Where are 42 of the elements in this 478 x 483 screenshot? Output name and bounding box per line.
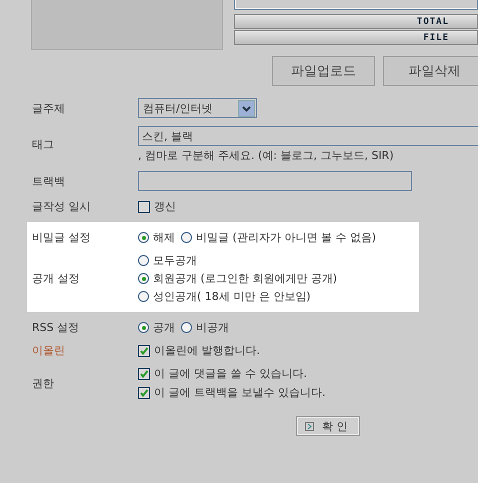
option-label: 회원공개 (로그인한 회원에게만 공개) xyxy=(153,271,338,286)
field-label: 권한 xyxy=(32,376,55,390)
checkbox[interactable] xyxy=(138,200,150,212)
radio-button[interactable] xyxy=(138,273,149,284)
file-button[interactable]: 파일업로드 xyxy=(272,56,375,86)
radio-button[interactable] xyxy=(181,322,192,333)
radio-button[interactable] xyxy=(138,255,149,266)
radio-button[interactable] xyxy=(138,322,149,333)
option-label: 이 글에 댓글을 쓸 수 있습니다. xyxy=(154,366,307,381)
field-label: 태그 xyxy=(32,137,55,152)
field-label: 글주제 xyxy=(32,100,66,116)
field-label: 글작성 일시 xyxy=(32,199,92,214)
field-label: 트랙백 xyxy=(32,174,66,188)
option-label: 모두공개 xyxy=(153,253,197,268)
field-label: 비밀글 설정 xyxy=(32,230,92,245)
file-bar: FILE xyxy=(234,30,478,45)
field-label: RSS 설정 xyxy=(32,320,80,335)
option-label: 해제 xyxy=(153,230,175,245)
total-bar: TOTAL xyxy=(234,14,478,29)
checkbox[interactable] xyxy=(138,368,150,380)
radio-button[interactable] xyxy=(138,232,149,243)
arrow-icon xyxy=(305,422,314,430)
option-label: 이 글에 트랙백을 보낼수 있습니다. xyxy=(154,385,326,400)
tag-input[interactable]: 스킨, 블랙 xyxy=(138,126,478,146)
field-label: 이올린 xyxy=(32,343,66,358)
trackback-input[interactable] xyxy=(138,171,412,191)
hint-text: , 컴마로 구분해 주세요. (예: 블로그, 그누보드, SIR) xyxy=(138,148,395,163)
option-label: 성인공개( 18세 미만 은 안보임) xyxy=(153,289,311,304)
file-button[interactable]: 파일삭제 xyxy=(383,56,478,86)
confirm-button[interactable]: 확 인 xyxy=(296,416,360,436)
checkbox[interactable] xyxy=(138,344,150,356)
option-label: 이올린에 발행합니다. xyxy=(154,343,260,358)
option-label: 비밀글 (관리자가 아니면 볼 수 없음) xyxy=(196,230,376,245)
caret-icon xyxy=(238,100,255,116)
field-label: 공개 설정 xyxy=(32,271,80,286)
radio-button[interactable] xyxy=(181,232,192,243)
topic-select[interactable]: 컴퓨터/인터넷 xyxy=(138,98,257,118)
option-label: 갱신 xyxy=(154,199,176,214)
checkbox[interactable] xyxy=(138,386,150,398)
option-label: 비공개 xyxy=(196,320,229,335)
radio-button[interactable] xyxy=(138,291,149,302)
option-label: 공개 xyxy=(153,320,175,335)
